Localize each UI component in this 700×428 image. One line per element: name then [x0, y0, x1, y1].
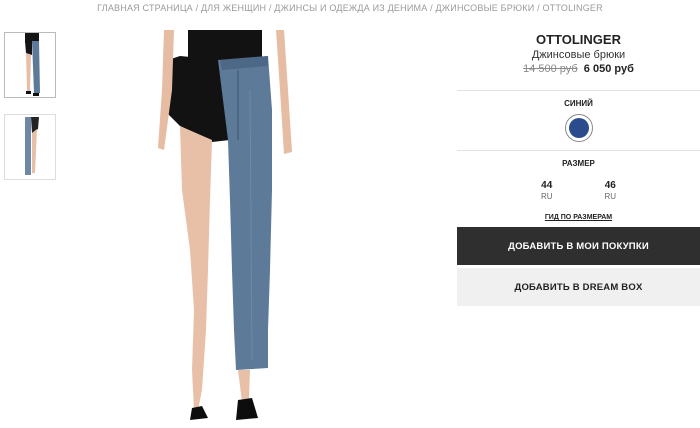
product-info-panel: OTTOLINGER Джинсовые брюки 14 500 руб 6 …: [457, 30, 700, 306]
thumbnail-gallery: [4, 32, 56, 196]
price-row: 14 500 руб 6 050 руб: [457, 63, 700, 75]
size-label: РАЗМЕР: [562, 159, 595, 168]
right-shoe: [236, 398, 258, 420]
denim-leg: [218, 56, 272, 370]
product-title: Джинсовые брюки: [531, 49, 626, 61]
thumbnail-front[interactable]: [4, 32, 56, 98]
size-region: RU: [604, 192, 617, 201]
size-option-44[interactable]: 44 RU: [541, 180, 553, 201]
size-options: 44 RU 46 RU: [457, 180, 700, 201]
divider: [457, 90, 700, 91]
add-to-dreambox-button[interactable]: ДОБАВИТЬ В DREAM BOX: [457, 268, 700, 306]
color-swatch-blue[interactable]: [568, 118, 589, 138]
breadcrumb[interactable]: ГЛАВНАЯ СТРАНИЦА / ДЛЯ ЖЕНЩИН / ДЖИНСЫ И…: [0, 3, 700, 13]
thumbnail-back-image: [25, 117, 39, 175]
divider: [457, 150, 700, 151]
thumbnail-back[interactable]: [4, 114, 56, 180]
size-option-46[interactable]: 46 RU: [605, 180, 617, 201]
brand-name[interactable]: OTTOLINGER: [457, 32, 700, 47]
color-swatch-selected[interactable]: [564, 114, 593, 142]
add-to-cart-button[interactable]: ДОБАВИТЬ В МОИ ПОКУПКИ: [457, 227, 700, 265]
size-value: 46: [604, 180, 616, 191]
thumbnail-front-image: [25, 33, 40, 96]
size-region: RU: [540, 192, 553, 201]
current-price: 6 050 руб: [583, 63, 634, 75]
size-guide-link[interactable]: ГИД ПО РАЗМЕРАМ: [457, 214, 700, 221]
product-main-image[interactable]: [150, 30, 300, 422]
old-price: 14 500 руб: [523, 63, 578, 75]
bare-leg: [180, 126, 212, 410]
color-label: СИНИЙ: [564, 99, 593, 108]
size-value: 44: [541, 180, 553, 191]
left-shoe: [190, 406, 208, 420]
